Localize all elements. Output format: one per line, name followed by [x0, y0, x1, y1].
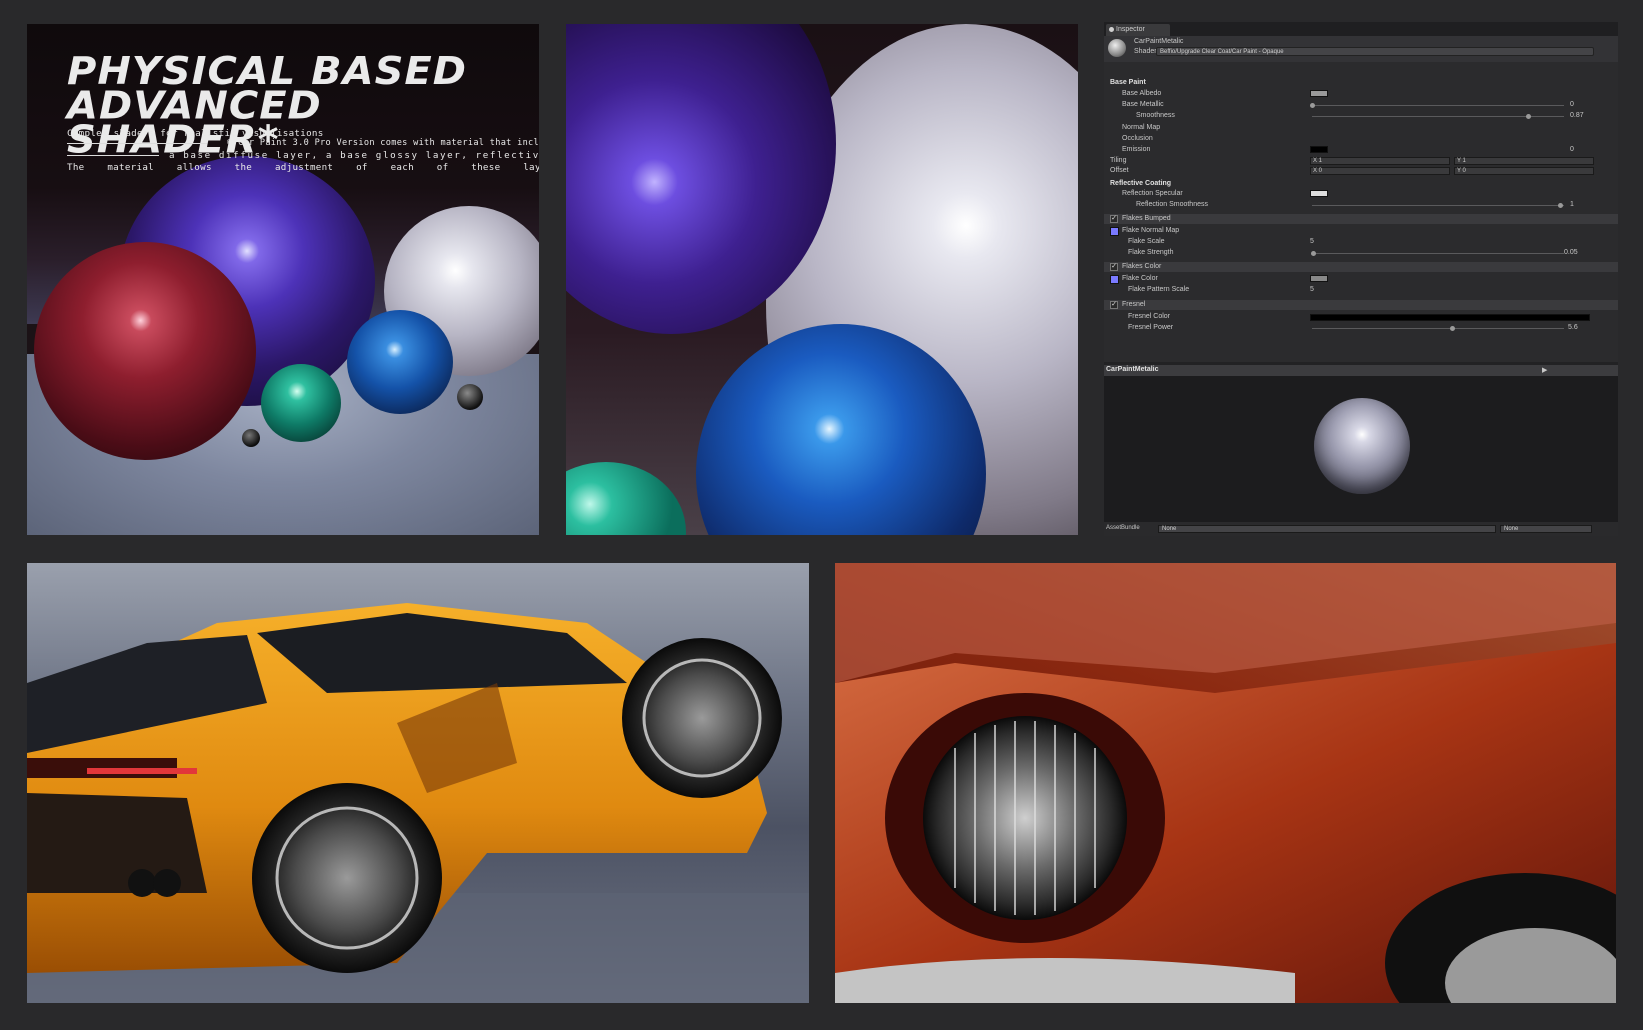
asset-variant-dropdown[interactable]: None — [1500, 525, 1592, 533]
material-name: CarPaintMetalic — [1134, 38, 1184, 45]
subtitle-3: a base diffuse layer, a base glossy laye… — [169, 150, 539, 161]
flake-normal-swatch[interactable] — [1110, 227, 1119, 236]
smoothness-value[interactable]: 0.87 — [1570, 112, 1584, 119]
flake-strength-slider[interactable] — [1312, 253, 1564, 254]
small-dark-sphere — [457, 384, 483, 410]
material-sphere-icon — [1108, 39, 1126, 57]
emission-value[interactable]: 0 — [1570, 146, 1574, 153]
section-label: Flakes Bumped — [1122, 215, 1171, 222]
spheres-render-image: PHYSICAL BASED ADVANCED SHADER* Complex … — [27, 24, 539, 535]
prop-flake-normal-map: Flake Normal Map — [1122, 227, 1180, 234]
reflection-specular-color[interactable] — [1310, 190, 1328, 197]
flake-scale-value[interactable]: 5 — [1310, 238, 1314, 245]
material-preview — [1104, 376, 1618, 522]
base-albedo-color[interactable] — [1310, 90, 1328, 97]
slider-knob[interactable] — [1526, 114, 1531, 119]
prop-occlusion: Occlusion — [1122, 135, 1153, 142]
green-sphere — [261, 364, 341, 442]
prop-base-albedo: Base Albedo — [1122, 90, 1162, 97]
preview-sphere — [1314, 398, 1410, 494]
preview-title-bar: CarPaintMetalic ▶ — [1104, 365, 1618, 376]
prop-smoothness: Smoothness — [1136, 112, 1175, 119]
base-metallic-value[interactable]: 0 — [1570, 101, 1574, 108]
asset-bundle-label: AssetBundle — [1106, 525, 1140, 531]
blue-sphere — [347, 310, 453, 414]
prop-base-metallic: Base Metallic — [1122, 101, 1164, 108]
green-sphere — [566, 462, 686, 535]
flake-color-box[interactable] — [1310, 275, 1328, 282]
section-flakes-color[interactable]: ✓ Flakes Color — [1104, 262, 1618, 272]
prop-flake-strength: Flake Strength — [1128, 249, 1174, 256]
section-fresnel[interactable]: ✓ Fresnel — [1104, 300, 1618, 310]
reflection-smoothness-slider[interactable] — [1312, 205, 1564, 206]
fresnel-power-slider[interactable] — [1312, 328, 1564, 329]
subtitle-4: The material allows the adjustment of ea… — [67, 162, 539, 173]
prop-offset: Offset — [1110, 167, 1129, 174]
divider — [67, 155, 159, 156]
tiling-x-field[interactable]: X 1 — [1310, 157, 1450, 165]
tiling-y-field[interactable]: Y 1 — [1454, 157, 1594, 165]
inspector-tab-bar: Inspector — [1104, 22, 1618, 36]
prop-flake-pattern-scale: Flake Pattern Scale — [1128, 286, 1190, 293]
orange-car-illustration — [27, 603, 809, 1003]
properties-area: Base Paint Base Albedo Base Metallic 0 S… — [1104, 62, 1618, 362]
info-icon — [1109, 27, 1114, 32]
subtitle-2: © Car Paint 3.0 Pro Version comes with m… — [227, 138, 539, 148]
section-base-paint: Base Paint — [1110, 79, 1146, 86]
spheres-closeup-image — [566, 24, 1078, 535]
flake-color-swatch[interactable] — [1110, 275, 1119, 284]
section-label: Fresnel — [1122, 301, 1146, 308]
red-car-illustration — [835, 563, 1616, 1003]
prop-flake-color: Flake Color — [1122, 275, 1158, 282]
red-sphere — [34, 242, 256, 460]
preview-title: CarPaintMetalic — [1106, 366, 1159, 373]
red-car-image — [835, 563, 1616, 1003]
shader-dropdown[interactable]: Beffio/Upgrade Clear Coat/Car Paint - Op… — [1156, 47, 1594, 56]
fresnel-color-box[interactable] — [1310, 314, 1590, 321]
small-dark-sphere — [242, 429, 260, 447]
orange-car-image — [27, 563, 809, 1003]
flake-strength-value[interactable]: 0.05 — [1564, 249, 1578, 256]
offset-x-field[interactable]: X 0 — [1310, 167, 1450, 175]
prop-fresnel-color: Fresnel Color — [1128, 313, 1171, 320]
slider-knob[interactable] — [1310, 103, 1315, 108]
prop-emission: Emission — [1122, 146, 1151, 153]
section-label: Flakes Color — [1122, 263, 1162, 270]
fresnel-power-value[interactable]: 5.6 — [1568, 324, 1578, 331]
tab-inspector[interactable]: Inspector — [1106, 24, 1170, 36]
flakes-color-checkbox[interactable]: ✓ — [1110, 263, 1118, 271]
asset-bundle-dropdown[interactable]: None — [1158, 525, 1496, 533]
slider-knob[interactable] — [1450, 326, 1455, 331]
prop-fresnel-power: Fresnel Power — [1128, 324, 1174, 331]
prop-reflection-smoothness: Reflection Smoothness — [1136, 201, 1208, 208]
fresnel-checkbox[interactable]: ✓ — [1110, 301, 1118, 309]
prop-tiling: Tiling — [1110, 157, 1127, 164]
divider — [67, 143, 207, 144]
prop-normal-map: Normal Map — [1122, 124, 1161, 131]
offset-y-field[interactable]: Y 0 — [1454, 167, 1594, 175]
flakes-bumped-checkbox[interactable]: ✓ — [1110, 215, 1118, 223]
reflection-smoothness-value[interactable]: 1 — [1570, 201, 1574, 208]
section-reflective-coating: Reflective Coating — [1110, 180, 1172, 187]
flake-pattern-scale-value[interactable]: 5 — [1310, 286, 1314, 293]
prop-flake-scale: Flake Scale — [1128, 238, 1165, 245]
base-metallic-slider[interactable] — [1312, 105, 1564, 106]
slider-knob[interactable] — [1558, 203, 1563, 208]
shader-label: Shader — [1134, 48, 1157, 55]
tab-label: Inspector — [1116, 26, 1145, 33]
emission-color[interactable] — [1310, 146, 1328, 153]
inspector-panel: Inspector CarPaintMetalic Shader Beffio/… — [1104, 22, 1618, 536]
section-flakes-bumped[interactable]: ✓ Flakes Bumped — [1104, 214, 1618, 224]
asset-bundle-bar: AssetBundle None None — [1104, 522, 1618, 536]
slider-knob[interactable] — [1311, 251, 1316, 256]
play-icon[interactable]: ▶ — [1542, 366, 1547, 374]
prop-reflection-specular: Reflection Specular — [1122, 190, 1183, 197]
